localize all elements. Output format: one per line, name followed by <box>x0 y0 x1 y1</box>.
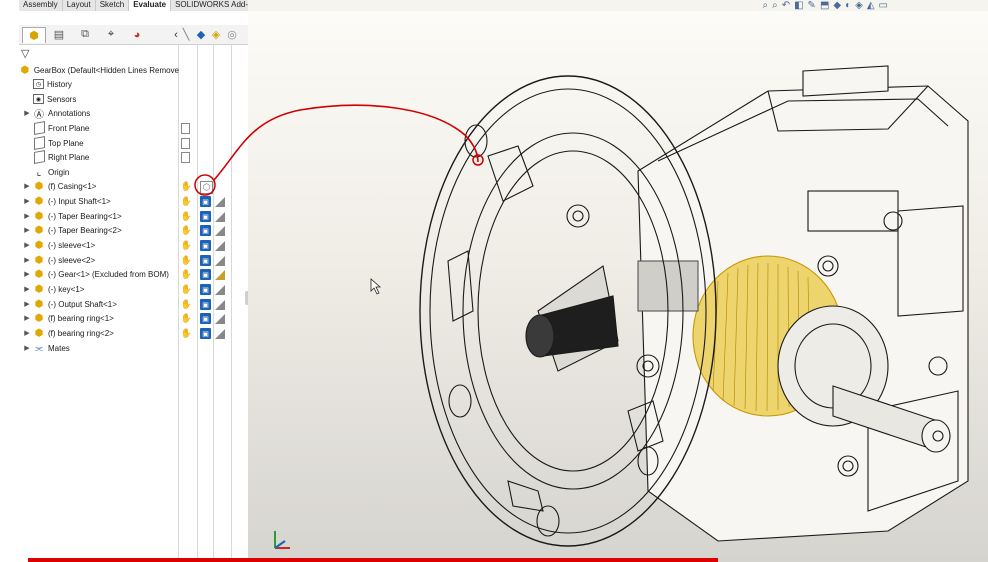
annotation-arrow-line <box>213 104 479 181</box>
red-annotation-overlay <box>194 104 484 196</box>
annotation-circle <box>194 174 216 196</box>
video-progress-bar[interactable] <box>28 558 718 562</box>
